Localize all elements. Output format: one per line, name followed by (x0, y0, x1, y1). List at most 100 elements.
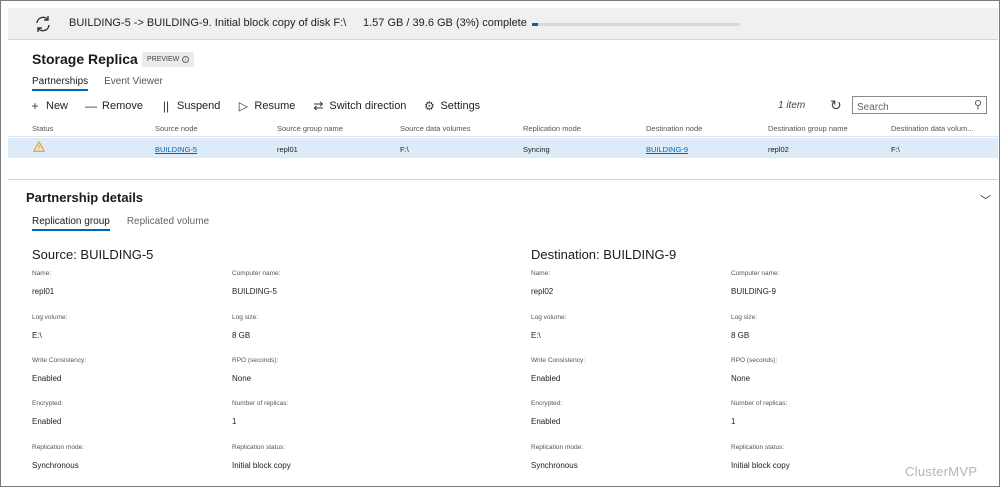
destination-node-link[interactable]: BUILDING-9 (646, 145, 688, 154)
field-label: Encrypted: (531, 400, 563, 407)
table-row[interactable]: BUILDING-5 repl01 F:\ Syncing BUILDING-9… (8, 138, 998, 158)
col-source-volumes[interactable]: Source data volumes (400, 124, 470, 133)
new-button[interactable]: + New (29, 99, 68, 113)
source-rpo-field: RPO (seconds): None (232, 357, 278, 383)
field-value: Synchronous (531, 461, 578, 470)
preview-badge-label: PREVIEW (147, 56, 180, 63)
sync-icon (36, 16, 50, 32)
progress-bar (532, 23, 740, 26)
field-label: Number of replicas: (731, 400, 788, 407)
col-source-node[interactable]: Source node (155, 124, 198, 133)
destination-name-field: Name: repl02 (531, 270, 553, 296)
main-tabs: Partnerships Event Viewer (32, 76, 163, 91)
field-value: Enabled (531, 417, 561, 426)
remove-label: Remove (102, 100, 143, 112)
field-label: RPO (seconds): (731, 357, 778, 364)
plus-icon: + (31, 99, 39, 113)
minus-icon: — (85, 99, 98, 113)
destination-log-volume-field: Log volume: E:\ (531, 314, 566, 340)
suspend-button[interactable]: || Suspend (160, 99, 221, 113)
source-replication-status-field: Replication status: Initial block copy (232, 444, 291, 470)
col-replication-mode[interactable]: Replication mode (523, 124, 581, 133)
destination-rpo-field: RPO (seconds): None (731, 357, 777, 383)
destination-write-consistency-field: Write Consistency: Enabled (531, 357, 585, 383)
destination-encrypted-field: Encrypted: Enabled (531, 400, 562, 426)
source-name-field: Name: repl01 (32, 270, 54, 296)
field-value: Enabled (32, 374, 62, 383)
field-label: Replication status: (731, 444, 785, 451)
field-label: Computer name: (232, 270, 281, 277)
table-header: Status Source node Source group name Sou… (8, 118, 998, 137)
field-value: Initial block copy (731, 461, 790, 470)
chevron-down-icon[interactable]: ﹀ (980, 192, 991, 208)
destination-replicas-field: Number of replicas: 1 (731, 400, 787, 426)
destination-replication-mode-field: Replication mode: Synchronous (531, 444, 583, 470)
resume-button[interactable]: ▷ Resume (237, 99, 296, 113)
field-value: repl02 (531, 287, 554, 296)
progress-text: 1.57 GB / 39.6 GB (3%) complete (363, 17, 527, 29)
section-divider (8, 179, 998, 180)
suspend-label: Suspend (176, 100, 221, 112)
resume-label: Resume (254, 100, 296, 112)
col-destination-volumes[interactable]: Destination data volum... (891, 124, 974, 133)
search-icon[interactable]: ⚲ (974, 98, 982, 111)
field-value: None (731, 374, 751, 383)
field-value: 1 (232, 417, 237, 426)
col-status[interactable]: Status (32, 124, 53, 133)
settings-label: Settings (440, 100, 481, 112)
item-count: 1 item (778, 100, 806, 111)
play-icon: ▷ (238, 99, 249, 113)
source-replication-mode-field: Replication mode: Synchronous (32, 444, 84, 470)
field-label: RPO (seconds): (232, 357, 279, 364)
details-tabs: Replication group Replicated volume (32, 216, 209, 231)
search-input[interactable] (853, 99, 963, 116)
remove-button[interactable]: — Remove (85, 99, 143, 113)
field-value: Initial block copy (232, 461, 291, 470)
progress-bar-fill (532, 23, 539, 26)
switch-direction-button[interactable]: ⇄ Switch direction (312, 99, 406, 113)
tab-partnerships[interactable]: Partnerships (32, 76, 89, 91)
field-value: Enabled (531, 374, 561, 383)
info-icon[interactable]: i (182, 56, 190, 63)
switch-arrows-icon: ⇄ (313, 99, 324, 113)
field-label: Replication mode: (32, 444, 85, 451)
field-value: repl01 (32, 287, 55, 296)
field-label: Replication status: (232, 444, 286, 451)
field-value: 8 GB (232, 331, 251, 340)
field-label: Write Consistency: (531, 357, 586, 364)
watermark: ClusterMVP (905, 464, 978, 479)
tab-replication-group[interactable]: Replication group (32, 216, 110, 231)
refresh-icon[interactable]: ↻ (830, 97, 842, 114)
field-value: BUILDING-9 (731, 287, 776, 296)
tab-replicated-volume[interactable]: Replicated volume (127, 216, 209, 231)
source-node-link[interactable]: BUILDING-5 (155, 145, 197, 154)
progress-message: BUILDING-5 -> BUILDING-9. Initial block … (69, 17, 347, 29)
field-value: 1 (731, 417, 736, 426)
field-value: Enabled (32, 417, 62, 426)
field-label: Number of replicas: (232, 400, 289, 407)
details-title: Partnership details (26, 190, 144, 205)
field-value: E:\ (531, 331, 541, 340)
app-frame: BUILDING-5 -> BUILDING-9. Initial block … (0, 0, 1000, 487)
field-label: Log size: (232, 314, 259, 321)
destination-replication-status-field: Replication status: Initial block copy (731, 444, 790, 470)
source-replicas-field: Number of replicas: 1 (232, 400, 288, 426)
col-source-group[interactable]: Source group name (277, 124, 343, 133)
field-label: Log volume: (32, 314, 68, 321)
search-box[interactable]: ⚲ (852, 96, 987, 116)
field-value: E:\ (32, 331, 42, 340)
source-title: Source: BUILDING-5 (32, 247, 154, 262)
source-volumes-cell: F:\ (400, 145, 409, 154)
tab-event-viewer[interactable]: Event Viewer (104, 76, 163, 91)
field-label: Write Consistency: (32, 357, 87, 364)
field-label: Replication mode: (531, 444, 584, 451)
destination-group-cell: repl02 (768, 145, 789, 154)
replication-mode-cell: Syncing (523, 145, 550, 154)
col-destination-node[interactable]: Destination node (646, 124, 702, 133)
destination-computer-field: Computer name: BUILDING-9 (731, 270, 779, 296)
field-value: Synchronous (32, 461, 79, 470)
field-label: Computer name: (731, 270, 780, 277)
source-write-consistency-field: Write Consistency: Enabled (32, 357, 86, 383)
settings-button[interactable]: ⚙ Settings (423, 99, 480, 113)
col-destination-group[interactable]: Destination group name (768, 124, 848, 133)
